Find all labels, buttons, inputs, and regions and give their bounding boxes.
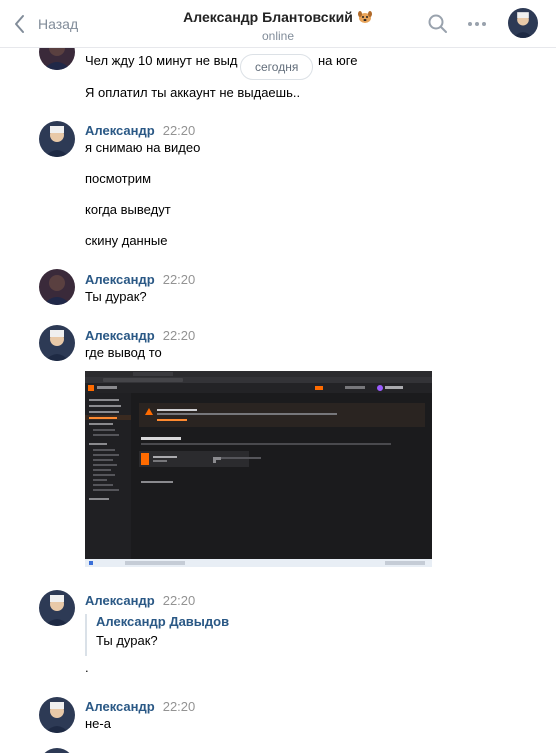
message-header: Александр 22:20 bbox=[85, 593, 195, 609]
message-author[interactable]: Александр bbox=[85, 123, 155, 138]
message-time: 22:20 bbox=[162, 123, 196, 138]
message-text: скину данные bbox=[85, 233, 168, 248]
dog-emoji-icon bbox=[357, 11, 372, 23]
message-time: 22:20 bbox=[162, 328, 196, 343]
photo-attachment[interactable] bbox=[85, 371, 432, 567]
header-avatar[interactable] bbox=[508, 8, 538, 38]
message-text: когда выведут bbox=[85, 202, 171, 217]
chat-status: online bbox=[261, 29, 295, 43]
back-label: Назад bbox=[38, 16, 79, 32]
search-icon[interactable] bbox=[426, 12, 450, 36]
message-text: где вывод то bbox=[85, 345, 162, 360]
message-text: Я оплатил ты аккаунт не выдаешь.. bbox=[85, 85, 301, 100]
message-header: Александр 22:20 bbox=[85, 272, 195, 288]
chevron-left-icon bbox=[15, 15, 24, 33]
avatar[interactable] bbox=[39, 697, 75, 733]
message-text: не-а bbox=[85, 716, 111, 731]
quote-author: Александр Давыдов bbox=[96, 614, 230, 629]
message-header: Александр 22:20 bbox=[85, 328, 195, 344]
date-separator: сегодня bbox=[240, 54, 314, 80]
avatar[interactable] bbox=[39, 269, 75, 305]
more-icon[interactable] bbox=[465, 12, 489, 36]
chat-header: Назад Александр Блантовский online bbox=[0, 0, 556, 48]
screenshot-thumbnail bbox=[85, 371, 432, 567]
message-time: 22:20 bbox=[162, 699, 196, 714]
chat-title: Александр Блантовский bbox=[183, 9, 353, 25]
message-text: я снимаю на видео bbox=[85, 140, 201, 155]
quote-text: Ты дурак? bbox=[96, 633, 158, 648]
message-header: Александр 22:20 bbox=[85, 699, 195, 715]
message-header: Александр 22:20 bbox=[85, 123, 195, 139]
avatar[interactable] bbox=[39, 325, 75, 361]
message-time: 22:20 bbox=[162, 272, 196, 287]
message-time: 22:20 bbox=[162, 593, 196, 608]
quoted-message[interactable]: Александр Давыдов Ты дурак? bbox=[85, 614, 229, 656]
chat-title-block[interactable]: Александр Блантовский online bbox=[150, 8, 406, 43]
message-text: . bbox=[85, 660, 89, 675]
message-text: на юге bbox=[318, 53, 358, 68]
message-text: Чел жду 10 минут не выд bbox=[85, 53, 238, 68]
message-text: посмотрим bbox=[85, 171, 152, 186]
message-author[interactable]: Александр bbox=[85, 328, 155, 343]
avatar[interactable] bbox=[39, 590, 75, 626]
message-text: Ты дурак? bbox=[85, 289, 147, 304]
avatar[interactable] bbox=[39, 121, 75, 157]
message-author[interactable]: Александр bbox=[85, 593, 155, 608]
avatar[interactable] bbox=[39, 748, 75, 753]
message-author[interactable]: Александр bbox=[85, 272, 155, 287]
back-button[interactable]: Назад bbox=[12, 12, 78, 36]
message-author[interactable]: Александр bbox=[85, 699, 155, 714]
